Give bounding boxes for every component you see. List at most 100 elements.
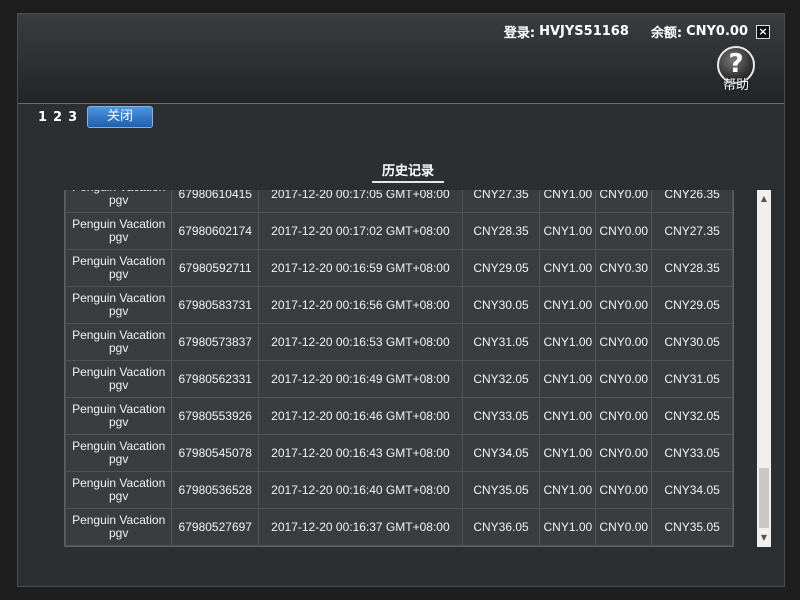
cell-balance-after: CNY30.05 [651,323,733,361]
page-link-1[interactable]: 1 [38,110,47,125]
cell-win: CNY0.00 [595,190,653,213]
cell-time: 2017-12-20 00:16:59 GMT+08:00 [258,249,463,287]
cell-win: CNY0.00 [595,212,653,250]
help-label: 帮助 [722,78,749,93]
history-window: 登录: HVJYS51168 余额: CNY0.00 × ? 帮助 1 2 3 … [17,13,785,587]
table-row: Penguin Vacation pgv 67980545078 2017-12-20… [65,434,733,472]
cell-bet: CNY1.00 [539,212,597,250]
scroll-up-arrow-icon[interactable]: ▲ [757,192,771,206]
login-label: 登录: [503,26,536,41]
cell-game: Penguin Vacationpgv [65,508,173,546]
cell-round-id: 67980602174 [171,212,260,250]
cell-game: Penguin Vacationpgv [65,323,173,361]
cell-win: CNY0.00 [595,360,653,398]
cell-game: Penguin Vacationpgv [65,471,173,509]
game-code: pgv [108,415,129,429]
table-row: Penguin Vacation pgv 67980592711 2017-12-20… [65,249,733,287]
cell-time: 2017-12-20 00:17:05 GMT+08:00 [258,190,463,213]
game-code: pgv [108,452,129,466]
cell-balance-before: CNY28.35 [461,212,541,250]
cell-game: Penguin Vacationpgv [65,360,173,398]
table-row: Penguin Vacation pgv 67980553926 2017-12-20… [65,397,733,435]
cell-balance-before: CNY27.35 [461,190,541,213]
table-row: Penguin Vacation pgv 67980536528 2017-12-20… [65,471,733,509]
account-info: 登录: HVJYS51168 余额: CNY0.00 × [504,22,770,41]
cell-balance-after: CNY31.05 [651,360,733,398]
table-row: Penguin Vacation pgv 67980602174 2017-12-20… [65,212,733,250]
cell-bet: CNY1.00 [539,360,597,398]
cell-win: CNY0.00 [595,397,653,435]
cell-bet: CNY1.00 [539,190,597,213]
cell-game: Penguin Vacationpgv [65,434,173,472]
cell-game: Penguin Vacationpgv [65,190,173,213]
header-bar: 登录: HVJYS51168 余额: CNY0.00 × ? 帮助 [18,14,784,104]
cell-win: CNY0.00 [595,434,653,472]
game-code: pgv [108,526,129,540]
scroll-down-arrow-icon[interactable]: ▼ [757,531,771,545]
cell-bet: CNY1.00 [539,323,597,361]
cell-balance-before: CNY29.05 [461,249,541,287]
cell-time: 2017-12-20 00:17:02 GMT+08:00 [258,212,463,250]
cell-round-id: 67980573837 [171,323,260,361]
cell-balance-before: CNY31.05 [461,323,541,361]
cell-round-id: 67980592711 [171,249,260,287]
cell-win: CNY0.30 [595,249,653,287]
cell-game: Penguin Vacationpgv [65,286,173,324]
game-code: pgv [108,378,129,392]
cell-game: Penguin Vacationpgv [65,212,173,250]
cell-round-id: 67980545078 [171,434,260,472]
game-code: pgv [108,304,129,318]
cell-round-id: 67980562331 [171,360,260,398]
balance-label: 余额: [650,26,683,41]
cell-time: 2017-12-20 00:16:40 GMT+08:00 [258,471,463,509]
cell-balance-after: CNY34.05 [651,471,733,509]
cell-bet: CNY1.00 [539,471,597,509]
cell-round-id: 67980536528 [171,471,260,509]
page-link-3[interactable]: 3 [68,110,77,125]
table-row: Penguin Vacation pgv 67980562331 2017-12-20… [65,360,733,398]
game-code: pgv [108,489,129,503]
cell-balance-after: CNY32.05 [651,397,733,435]
cell-balance-after: CNY29.05 [651,286,733,324]
cell-round-id: 67980610415 [171,190,260,213]
cell-game: Penguin Vacationpgv [65,249,173,287]
cell-time: 2017-12-20 00:16:46 GMT+08:00 [258,397,463,435]
scrollbar-thumb[interactable] [759,468,769,528]
cell-balance-after: CNY33.05 [651,434,733,472]
game-code: pgv [108,267,129,281]
balance-value: CNY0.00 [686,24,748,39]
history-table-viewport[interactable]: Penguin Vacationpgv679806104152017-12-20… [64,190,734,547]
cell-bet: CNY1.00 [539,249,597,287]
table-row: Penguin Vacation pgv 67980527697 2017-12-20… [65,508,733,546]
cell-game: Penguin Vacationpgv [65,397,173,435]
cell-win: CNY0.00 [595,286,653,324]
cell-time: 2017-12-20 00:16:43 GMT+08:00 [258,434,463,472]
help-button[interactable]: ? 帮助 [714,46,758,93]
cell-balance-before: CNY34.05 [461,434,541,472]
close-icon[interactable]: × [756,24,770,39]
cell-balance-before: CNY30.05 [461,286,541,324]
game-code: pgv [108,341,129,355]
history-table: Penguin Vacationpgv679806104152017-12-20… [65,190,733,546]
table-row: Penguin Vacation pgv 67980583731 2017-12-20… [65,286,733,324]
cell-balance-before: CNY36.05 [461,508,541,546]
close-button[interactable]: 关闭 [87,106,153,128]
cell-balance-before: CNY33.05 [461,397,541,435]
cell-time: 2017-12-20 00:16:53 GMT+08:00 [258,323,463,361]
cell-win: CNY0.00 [595,471,653,509]
cell-bet: CNY1.00 [539,434,597,472]
cell-bet: CNY1.00 [539,286,597,324]
cell-time: 2017-12-20 00:16:49 GMT+08:00 [258,360,463,398]
cell-win: CNY0.00 [595,508,653,546]
cell-balance-after: CNY35.05 [651,508,733,546]
table-row: Penguin Vacation pgv 67980573837 2017-12-20… [65,323,733,361]
cell-round-id: 67980527697 [171,508,260,546]
login-id: HVJYS51168 [539,24,629,39]
cell-balance-after: CNY27.35 [651,212,733,250]
vertical-scrollbar[interactable]: ▲ ▼ [757,190,771,547]
cell-time: 2017-12-20 00:16:37 GMT+08:00 [258,508,463,546]
cell-bet: CNY1.00 [539,508,597,546]
page-link-2[interactable]: 2 [53,110,62,125]
table-row: Penguin Vacationpgv679806104152017-12-20… [65,190,733,213]
cell-round-id: 67980553926 [171,397,260,435]
